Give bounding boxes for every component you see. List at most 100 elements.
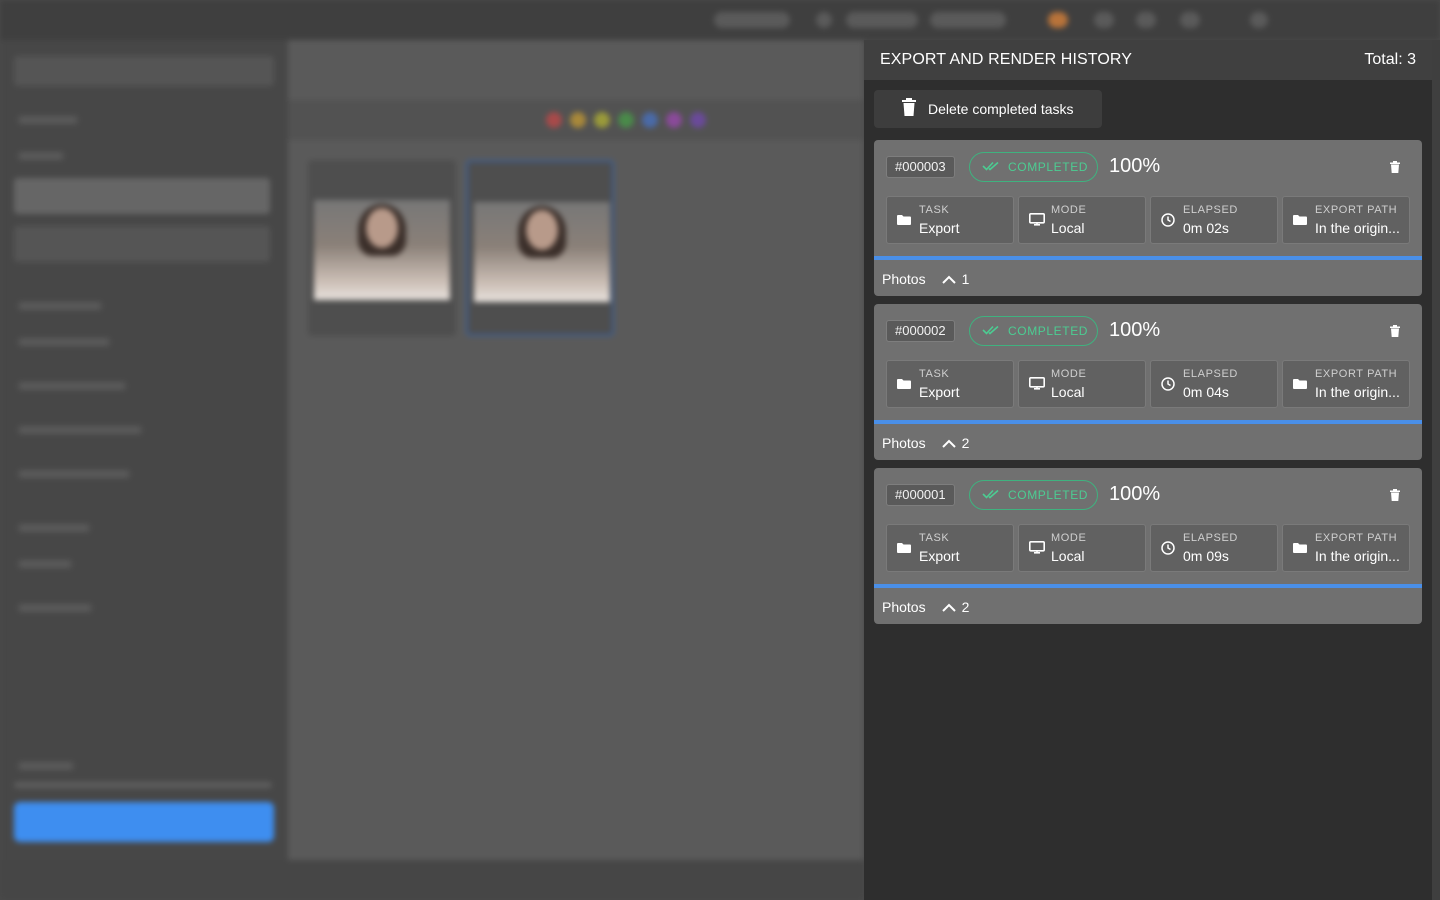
- elapsed-info: ELAPSED 0m 04s: [1150, 360, 1278, 408]
- clock-icon: [1161, 213, 1175, 232]
- background-line: [18, 524, 90, 532]
- task-info: TASK Export: [886, 524, 1014, 572]
- task-card: #000003 COMPLETED 100% TASK Export MODE …: [874, 140, 1422, 296]
- export-path-value: In the origin...: [1315, 548, 1400, 564]
- delete-completed-button[interactable]: Delete completed tasks: [874, 90, 1102, 128]
- delete-task-button[interactable]: [1390, 160, 1400, 178]
- elapsed-label: ELAPSED: [1183, 368, 1238, 380]
- chevron-up-icon: [941, 271, 956, 287]
- status-badge: COMPLETED: [969, 152, 1098, 182]
- folder-icon: [897, 213, 911, 231]
- mode-value: Local: [1051, 548, 1085, 564]
- monitor-icon: [1029, 213, 1045, 232]
- total-count: Total: 3: [1364, 51, 1416, 68]
- double-check-icon: [982, 322, 1000, 340]
- elapsed-info: ELAPSED 0m 09s: [1150, 524, 1278, 572]
- monitor-icon: [1029, 541, 1045, 560]
- task-info: TASK Export: [886, 196, 1014, 244]
- export-path-value: In the origin...: [1315, 384, 1400, 400]
- status-text: COMPLETED: [1008, 488, 1089, 502]
- background-top-bar: [0, 0, 1440, 40]
- mode-label: MODE: [1051, 204, 1087, 216]
- clock-icon: [1161, 377, 1175, 396]
- background-thumbnail-image: [366, 208, 398, 248]
- export-path-info: EXPORT PATH In the origin...: [1282, 196, 1410, 244]
- task-id: #000002: [886, 320, 955, 342]
- export-path-label: EXPORT PATH: [1315, 368, 1398, 380]
- mode-value: Local: [1051, 220, 1085, 236]
- photos-count: 2: [961, 599, 970, 615]
- task-info: TASK Export: [886, 360, 1014, 408]
- background-color-dot: [642, 112, 658, 128]
- background-color-dot: [690, 112, 706, 128]
- photos-count: 1: [961, 271, 970, 287]
- elapsed-value: 0m 09s: [1183, 548, 1229, 564]
- photos-label: Photos: [882, 271, 926, 287]
- status-text: COMPLETED: [1008, 324, 1089, 338]
- photos-toggle[interactable]: Photos 2: [882, 435, 969, 451]
- folder-icon: [1293, 213, 1307, 231]
- background-status-item: [1136, 12, 1156, 28]
- photos-label: Photos: [882, 599, 926, 615]
- progress-percent: 100%: [1109, 155, 1161, 177]
- delete-task-button[interactable]: [1390, 488, 1400, 506]
- task-value: Export: [919, 220, 960, 236]
- background-sidebar: [0, 40, 288, 860]
- mode-info: MODE Local: [1018, 360, 1146, 408]
- clock-icon: [1161, 541, 1175, 560]
- delete-task-button[interactable]: [1390, 324, 1400, 342]
- elapsed-label: ELAPSED: [1183, 204, 1238, 216]
- background-line: [18, 338, 110, 346]
- background-line: [18, 426, 142, 434]
- mode-label: MODE: [1051, 532, 1087, 544]
- photos-toggle[interactable]: Photos 1: [882, 271, 969, 287]
- background-line: [338, 76, 638, 84]
- background-line: [18, 116, 78, 124]
- mode-value: Local: [1051, 384, 1085, 400]
- background-line: [18, 382, 126, 390]
- status-text: COMPLETED: [1008, 160, 1089, 174]
- progress-bar: [874, 256, 1422, 260]
- folder-icon: [1293, 377, 1307, 395]
- elapsed-value: 0m 02s: [1183, 220, 1229, 236]
- panel-scrollbar[interactable]: [1432, 40, 1440, 900]
- background-analyze-button: [14, 802, 274, 842]
- photos-toggle[interactable]: Photos 2: [882, 599, 969, 615]
- background-color-dot: [666, 112, 682, 128]
- background-status-item: [714, 12, 790, 28]
- task-id: #000001: [886, 484, 955, 506]
- background-thumbnail: [308, 160, 456, 336]
- status-badge: COMPLETED: [969, 316, 1098, 346]
- chevron-up-icon: [941, 599, 956, 615]
- background-color-dot: [570, 112, 586, 128]
- folder-icon: [897, 377, 911, 395]
- background-line: [18, 470, 130, 478]
- background-status-item: [816, 12, 832, 28]
- progress-percent: 100%: [1109, 319, 1161, 341]
- trash-icon: [902, 97, 916, 121]
- task-label: TASK: [919, 368, 950, 380]
- task-card: #000002 COMPLETED 100% TASK Export MODE …: [874, 304, 1422, 460]
- trash-icon: [1390, 324, 1400, 341]
- background-thumbnail: [466, 160, 614, 336]
- task-value: Export: [919, 548, 960, 564]
- task-label: TASK: [919, 532, 950, 544]
- export-path-value: In the origin...: [1315, 220, 1400, 236]
- export-path-label: EXPORT PATH: [1315, 532, 1398, 544]
- background-folder-item: [14, 226, 270, 262]
- trash-icon: [1390, 488, 1400, 505]
- background-line: [338, 56, 568, 66]
- background-status-item: [1250, 12, 1268, 28]
- background-line: [18, 604, 92, 612]
- delete-completed-label: Delete completed tasks: [928, 101, 1074, 117]
- photos-count: 2: [961, 435, 970, 451]
- panel-header: EXPORT AND RENDER HISTORY Total: 3: [864, 40, 1432, 80]
- background-bottom-bar: [0, 860, 864, 900]
- background-line: [18, 560, 72, 568]
- export-path-info: EXPORT PATH In the origin...: [1282, 360, 1410, 408]
- double-check-icon: [982, 158, 1000, 176]
- monitor-icon: [1029, 377, 1045, 396]
- task-id: #000003: [886, 156, 955, 178]
- background-line: [18, 152, 64, 160]
- panel-title: EXPORT AND RENDER HISTORY: [880, 51, 1133, 68]
